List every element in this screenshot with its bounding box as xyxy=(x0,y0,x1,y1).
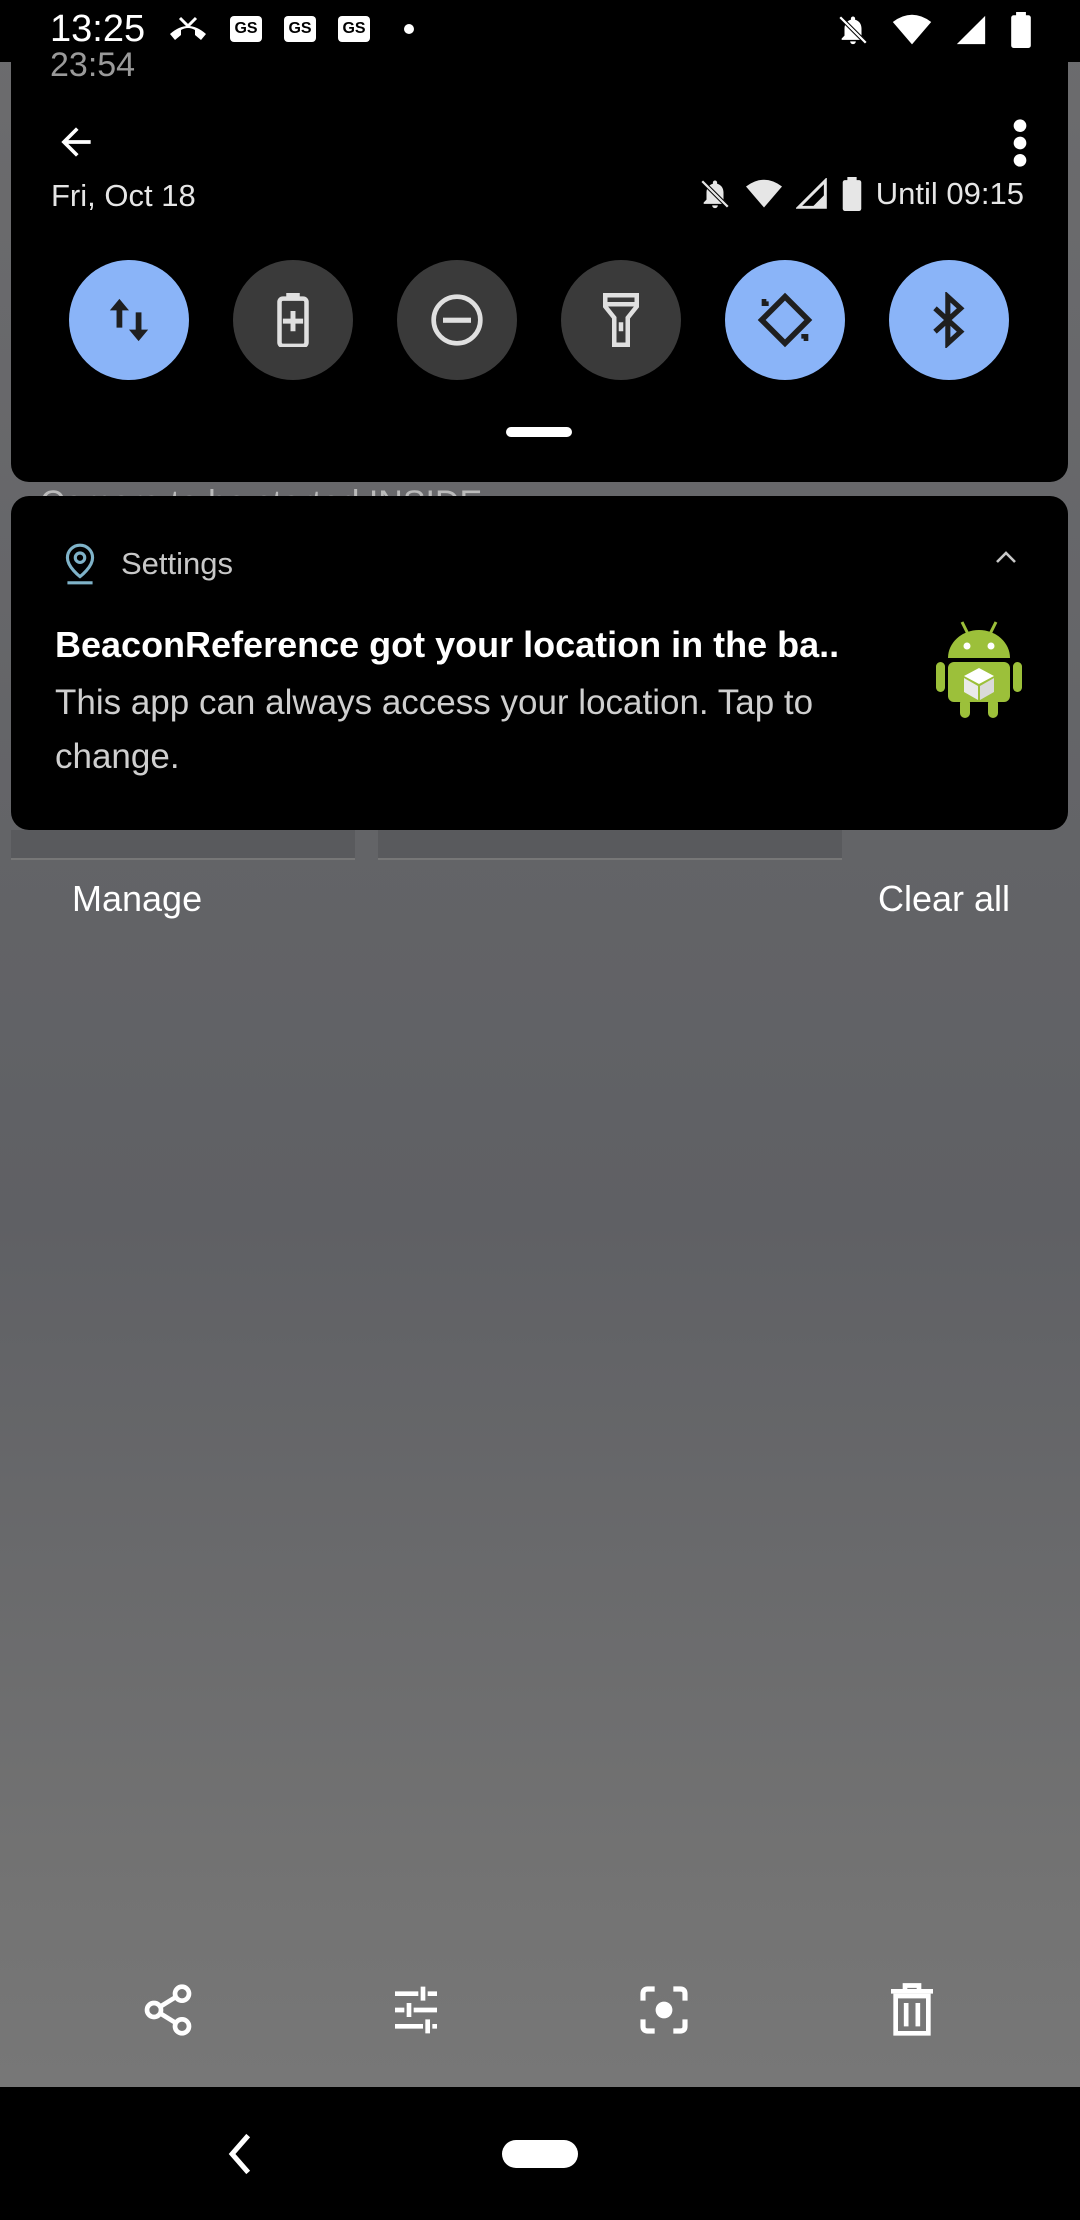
quick-tiles xyxy=(69,260,1009,380)
tile-auto-rotate[interactable] xyxy=(725,260,845,380)
date-text: Fri, Oct 18 xyxy=(51,178,196,213)
share-button[interactable] xyxy=(136,1978,200,2042)
share-icon xyxy=(144,1984,192,2036)
gs-icon: GS xyxy=(338,16,370,42)
background-time-text: 23:54 xyxy=(50,46,136,84)
missed-call-icon xyxy=(170,16,206,40)
navigation-bar xyxy=(0,2087,1080,2220)
wifi-icon xyxy=(892,14,932,45)
delete-icon xyxy=(891,1983,933,2036)
tile-flashlight[interactable] xyxy=(561,260,681,380)
status-time: 13:25 xyxy=(50,8,146,50)
notification-body: This app can always access your location… xyxy=(55,683,814,776)
wifi-icon xyxy=(745,179,782,208)
chevron-up-icon[interactable] xyxy=(994,548,1018,566)
lens-icon xyxy=(640,1986,688,2034)
nav-back-icon[interactable] xyxy=(222,2131,256,2177)
stacked-notification-edge xyxy=(378,830,842,860)
notification-title: BeaconReference got your location in the… xyxy=(55,624,840,665)
status-notification-icons: GS GS GS xyxy=(168,14,414,44)
quick-settings-panel: Fri, Oct 18 Until 09:15 xyxy=(11,60,1068,482)
bluetooth-icon xyxy=(933,292,965,348)
do-not-disturb-icon xyxy=(431,294,483,346)
flashlight-icon xyxy=(603,293,639,347)
bell-off-icon xyxy=(838,15,868,45)
clear-all-button[interactable]: Clear all xyxy=(878,878,1010,920)
more-options-icon[interactable] xyxy=(1012,118,1028,168)
adjust-icon xyxy=(395,1986,437,2034)
battery-estimate: Until 09:15 xyxy=(875,176,1024,211)
tile-do-not-disturb[interactable] xyxy=(397,260,517,380)
manage-button[interactable]: Manage xyxy=(72,878,202,920)
auto-rotate-icon xyxy=(757,292,813,348)
android-robot-icon xyxy=(936,621,1022,718)
location-pin-icon xyxy=(65,543,95,585)
delete-button[interactable] xyxy=(880,1978,944,2042)
tile-bluetooth[interactable] xyxy=(889,260,1009,380)
gs-icon: GS xyxy=(230,16,262,42)
signal-icon xyxy=(795,178,827,209)
qs-status-row: Until 09:15 xyxy=(698,176,1024,212)
lens-button[interactable] xyxy=(632,1978,696,2042)
qs-drag-handle[interactable] xyxy=(506,427,572,437)
status-bar: 13:25 GS GS GS xyxy=(0,0,1080,62)
battery-icon xyxy=(1011,12,1031,48)
nav-home-pill[interactable] xyxy=(502,2140,578,2168)
back-arrow-icon[interactable] xyxy=(51,120,101,164)
notification-app-name: Settings xyxy=(121,546,234,581)
adjust-button[interactable] xyxy=(384,1978,448,2042)
tile-mobile-data[interactable] xyxy=(69,260,189,380)
bell-off-icon xyxy=(700,179,730,209)
status-system-icons xyxy=(836,12,1032,48)
mobile-data-icon xyxy=(109,298,149,342)
gs-icon: GS xyxy=(284,16,316,42)
battery-saver-icon xyxy=(277,293,309,347)
notification-card[interactable]: Settings BeaconReference got your locati… xyxy=(11,496,1068,830)
signal-icon xyxy=(956,15,986,45)
battery-icon xyxy=(842,177,862,211)
tile-battery-saver[interactable] xyxy=(233,260,353,380)
stacked-notification-edge xyxy=(11,830,355,860)
dot-icon xyxy=(404,24,414,34)
